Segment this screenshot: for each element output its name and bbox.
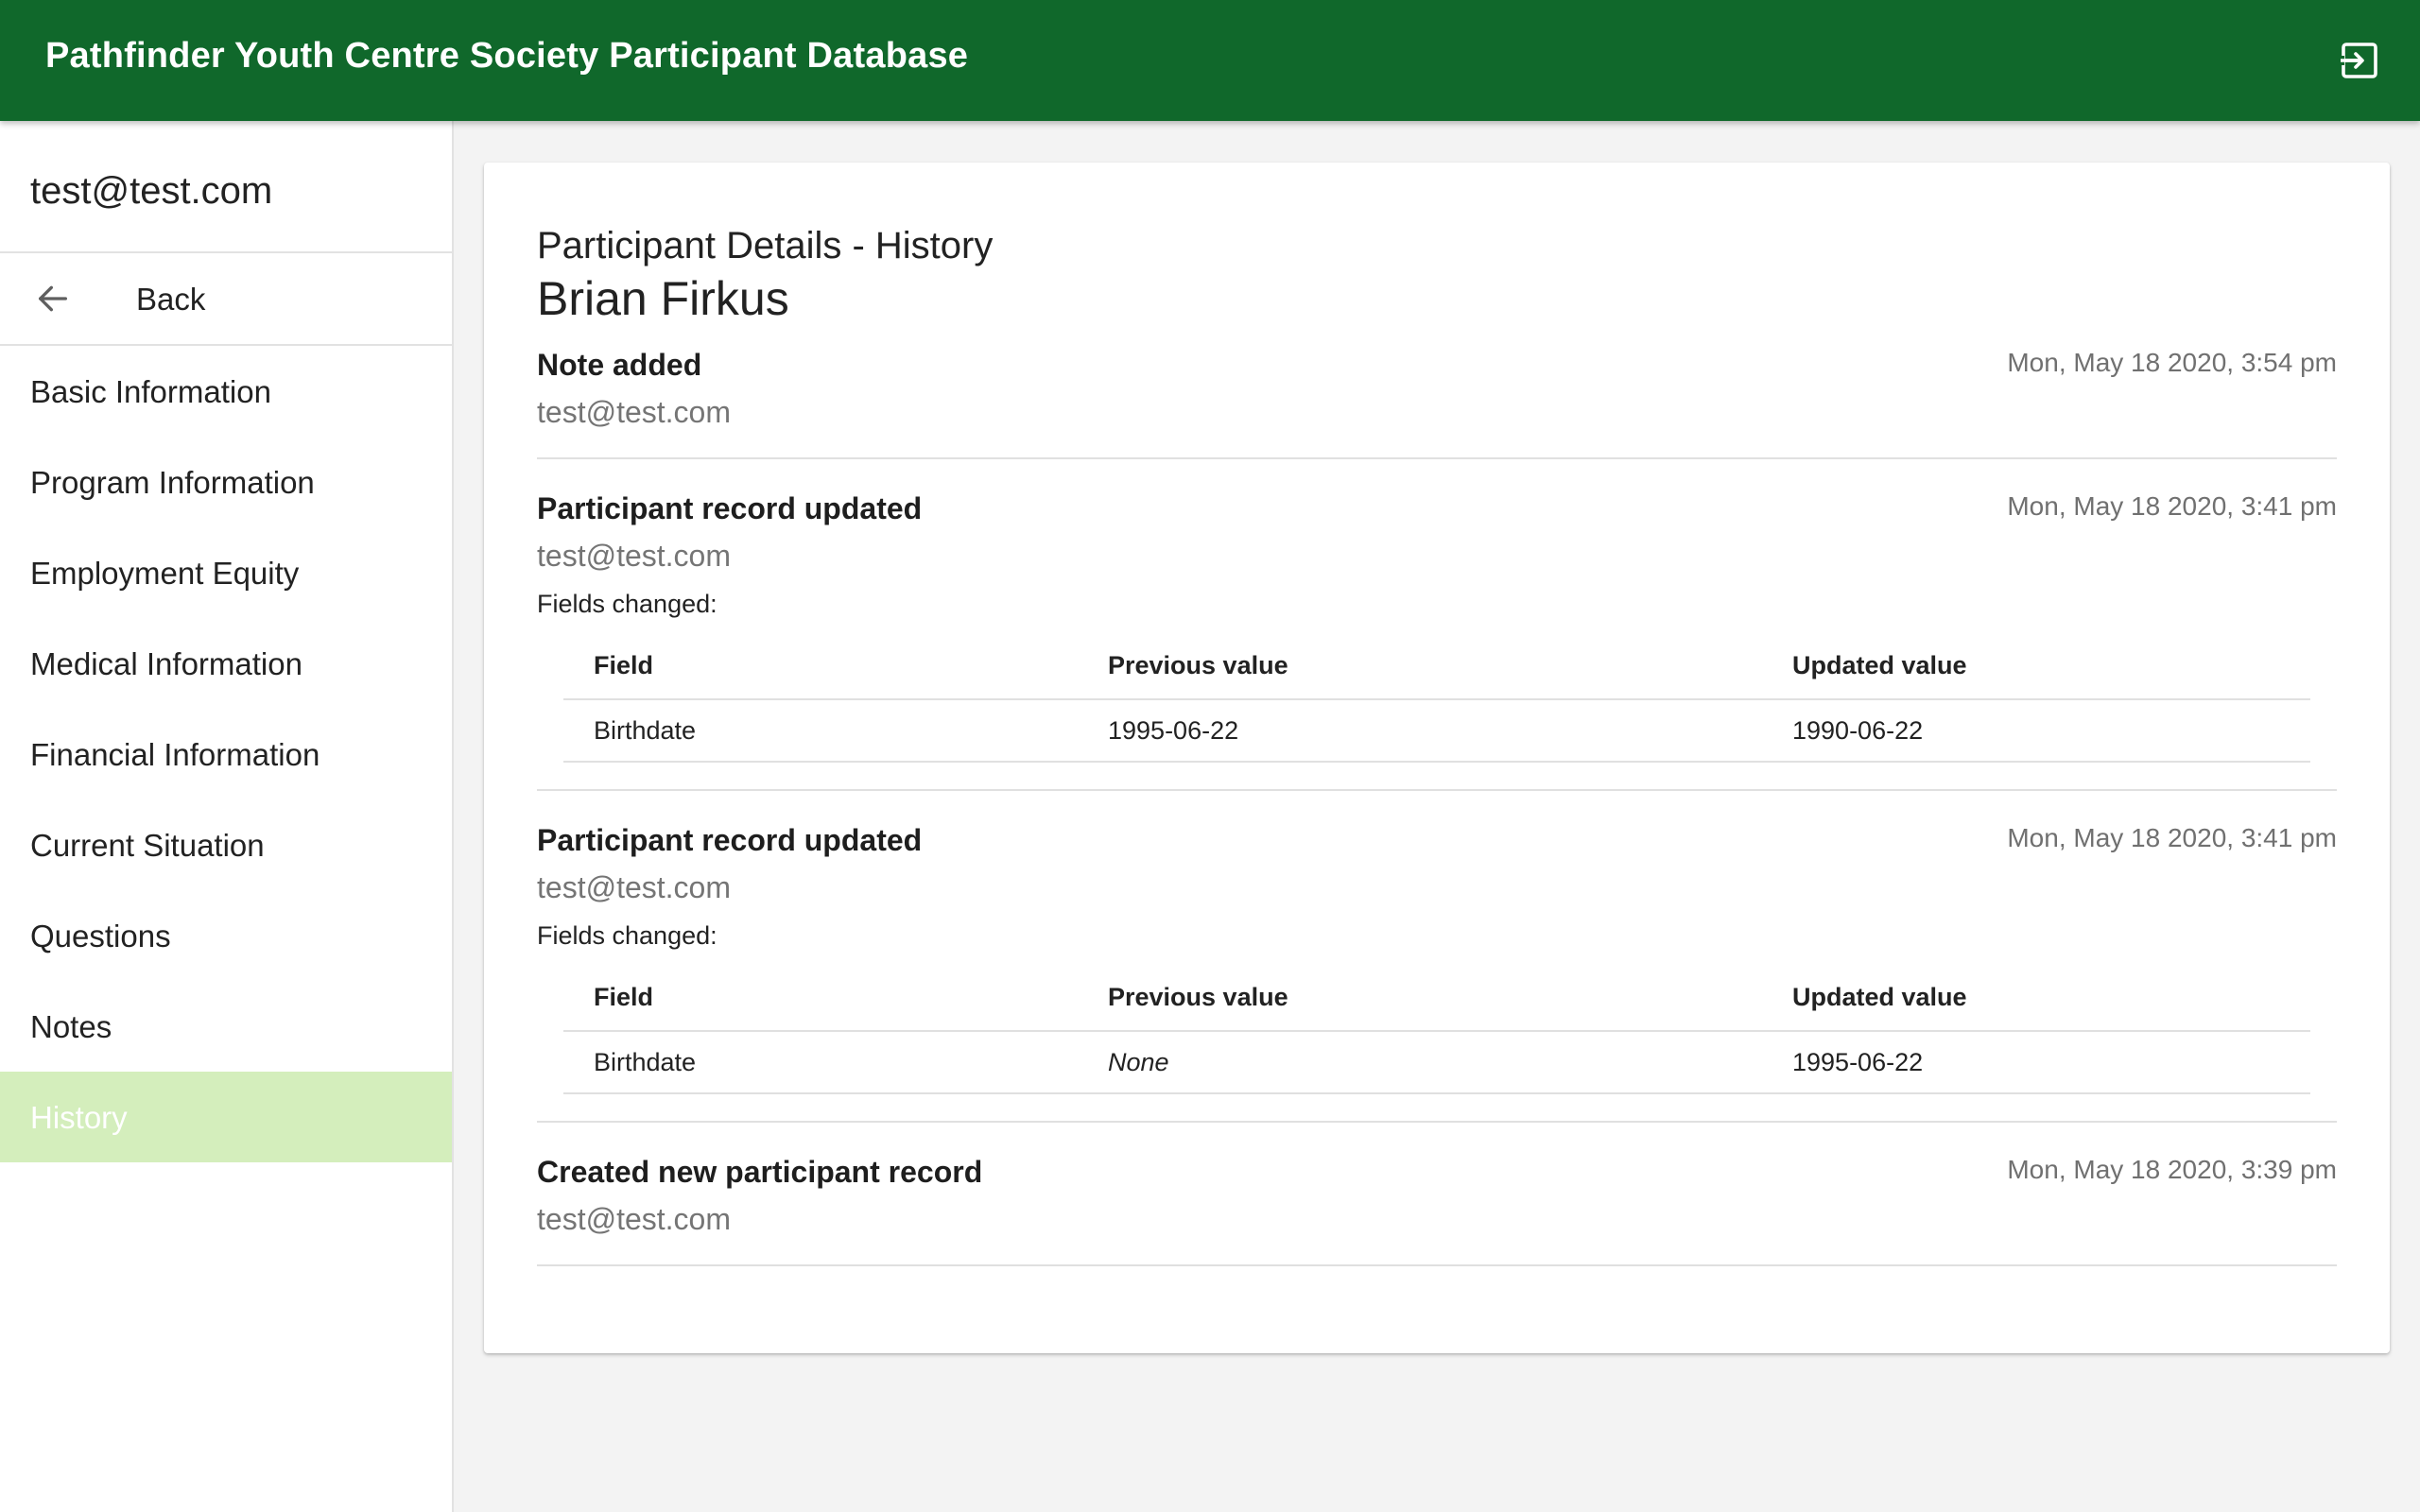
history-entry: Participant record updated Mon, May 18 20… xyxy=(537,491,2337,791)
participant-name: Brian Firkus xyxy=(537,272,789,325)
history-entry: Created new participant record Mon, May 1… xyxy=(537,1155,2337,1266)
user-email: test@test.com xyxy=(0,121,452,253)
sidebar-item-program-information[interactable]: Program Information xyxy=(0,437,452,527)
sidebar: test@test.com Back Basic Information Prog… xyxy=(0,121,454,1512)
changes-table: Field Previous value Updated value Birthdat… xyxy=(563,964,2310,1094)
column-header-field: Field xyxy=(563,964,1078,1032)
column-header-field: Field xyxy=(563,632,1078,700)
cell-previous: 1995-06-22 xyxy=(1078,699,1762,763)
entry-timestamp: Mon, May 18 2020, 3:41 pm xyxy=(2007,491,2337,521)
column-header-previous: Previous value xyxy=(1078,964,1762,1032)
entry-timestamp: Mon, May 18 2020, 3:39 pm xyxy=(2007,1155,2337,1184)
page-title: Participant Details - History xyxy=(537,225,994,266)
cell-field: Birthdate xyxy=(563,1031,1078,1094)
entry-title: Participant record updated xyxy=(537,823,923,857)
sidebar-item-medical-information[interactable]: Medical Information xyxy=(0,618,452,709)
cell-previous: None xyxy=(1078,1031,1762,1094)
history-entry: Note added Mon, May 18 2020, 3:54 pm test@… xyxy=(537,348,2337,459)
sidebar-item-history[interactable]: History xyxy=(0,1072,452,1162)
entry-user: test@test.com xyxy=(537,539,731,573)
fields-changed-label: Fields changed: xyxy=(537,590,717,618)
history-card: Participant Details - History Brian Firk… xyxy=(484,163,2390,1353)
sidebar-item-notes[interactable]: Notes xyxy=(0,981,452,1072)
entry-timestamp: Mon, May 18 2020, 3:54 pm xyxy=(2007,348,2337,377)
entry-user: test@test.com xyxy=(537,1202,731,1236)
back-button[interactable]: Back xyxy=(0,253,452,346)
app-title: Pathfinder Youth Centre Society Particip… xyxy=(45,36,969,76)
table-header-row: Field Previous value Updated value xyxy=(563,964,2310,1032)
column-header-updated: Updated value xyxy=(1762,964,2310,1032)
table-row: Birthdate 1995-06-22 1990-06-22 xyxy=(563,699,2310,763)
sidebar-item-questions[interactable]: Questions xyxy=(0,890,452,981)
logout-icon xyxy=(2337,38,2382,83)
sidebar-nav-list: Basic Information Program Information Empl… xyxy=(0,346,452,1162)
cell-field: Birthdate xyxy=(563,699,1078,763)
changes-table: Field Previous value Updated value Birthdat… xyxy=(563,632,2310,763)
history-entry: Participant record updated Mon, May 18 20… xyxy=(537,823,2337,1123)
history-list: Note added Mon, May 18 2020, 3:54 pm test@… xyxy=(537,348,2337,1266)
sidebar-item-basic-information[interactable]: Basic Information xyxy=(0,346,452,437)
sidebar-item-current-situation[interactable]: Current Situation xyxy=(0,799,452,890)
entry-user: test@test.com xyxy=(537,395,731,429)
cell-updated: 1990-06-22 xyxy=(1762,699,2310,763)
column-header-previous: Previous value xyxy=(1078,632,1762,700)
back-label: Back xyxy=(136,282,206,317)
arrow-left-icon xyxy=(34,280,72,318)
column-header-updated: Updated value xyxy=(1762,632,2310,700)
sidebar-item-employment-equity[interactable]: Employment Equity xyxy=(0,527,452,618)
logout-button[interactable] xyxy=(2337,38,2382,83)
fields-changed-label: Fields changed: xyxy=(537,921,717,950)
entry-user: test@test.com xyxy=(537,870,731,904)
app-bar: Pathfinder Youth Centre Society Particip… xyxy=(0,0,2420,121)
entry-title: Created new participant record xyxy=(537,1155,983,1189)
entry-title: Participant record updated xyxy=(537,491,923,525)
entry-timestamp: Mon, May 18 2020, 3:41 pm xyxy=(2007,823,2337,852)
sidebar-item-financial-information[interactable]: Financial Information xyxy=(0,709,452,799)
table-header-row: Field Previous value Updated value xyxy=(563,632,2310,700)
cell-updated: 1995-06-22 xyxy=(1762,1031,2310,1094)
table-row: Birthdate None 1995-06-22 xyxy=(563,1031,2310,1094)
entry-title: Note added xyxy=(537,348,702,382)
